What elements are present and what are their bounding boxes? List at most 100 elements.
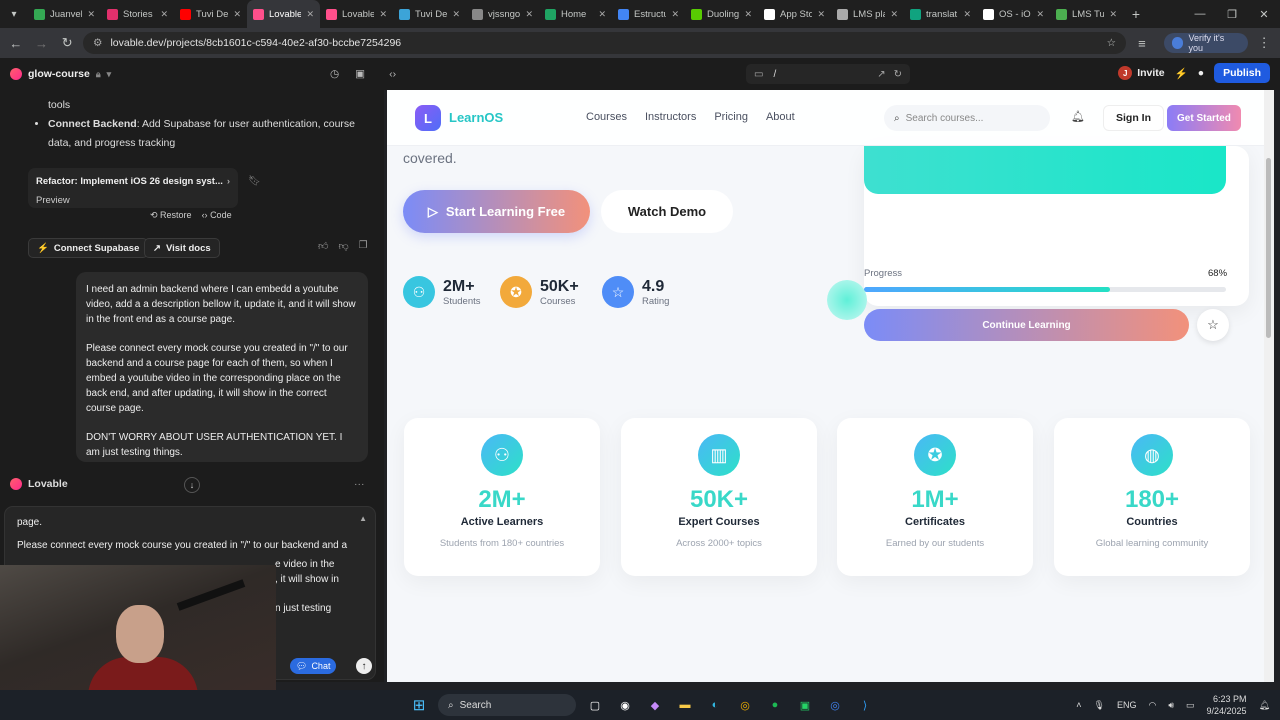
watch-demo-button[interactable]: Watch Demo — [601, 190, 733, 233]
tab-search-button[interactable]: ▾ — [0, 0, 28, 28]
connect-supabase-button[interactable]: ⚡ Connect Supabase — [28, 238, 149, 258]
thumbs-down-icon[interactable]: 👎︎ — [338, 240, 348, 252]
tab-close-icon[interactable]: ✕ — [306, 9, 314, 20]
project-switcher[interactable]: glow-course 🔒︎ ▾ — [0, 68, 330, 80]
browser-tab[interactable]: LMS pla ✕ — [831, 0, 904, 28]
github-icon[interactable]: ● — [1198, 67, 1204, 79]
nav-link-instructors[interactable]: Instructors — [645, 111, 696, 123]
site-info-icon[interactable]: ⚙ — [93, 37, 102, 49]
microphone-icon[interactable]: 🎙︎ — [1094, 700, 1105, 711]
clock[interactable]: 6:23 PM 9/24/2025 — [1207, 693, 1247, 717]
tab-close-icon[interactable]: ✕ — [452, 9, 460, 20]
restore-button[interactable]: ⟲ Restore — [150, 210, 192, 221]
publish-button[interactable]: Publish — [1214, 63, 1270, 83]
close-window-button[interactable]: ✕ — [1248, 8, 1280, 21]
more-options-icon[interactable]: ··· — [354, 478, 365, 490]
browser-tab[interactable]: Lovable ✕ — [247, 0, 320, 28]
spotify-icon[interactable]: ● — [764, 694, 786, 716]
supabase-icon[interactable]: ⚡ — [1175, 67, 1188, 80]
maximize-button[interactable]: ❐ — [1216, 8, 1248, 21]
browser-tab[interactable]: Home ✕ — [539, 0, 612, 28]
new-tab-button[interactable]: + — [1123, 6, 1149, 22]
browser-tab[interactable]: LMS Tu ✕ — [1050, 0, 1123, 28]
taskbar-search[interactable]: ⌕ Search — [438, 694, 576, 716]
nav-link-about[interactable]: About — [766, 111, 795, 123]
tab-close-icon[interactable]: ✕ — [87, 9, 95, 20]
start-learning-button[interactable]: ▷ Start Learning Free — [403, 190, 590, 233]
back-button[interactable]: ← — [6, 36, 26, 51]
tray-overflow-icon[interactable]: ˄ — [1076, 700, 1081, 710]
invite-button[interactable]: J Invite — [1118, 66, 1165, 80]
tab-close-icon[interactable]: ✕ — [160, 9, 168, 20]
open-external-icon[interactable]: ↗ — [877, 69, 885, 80]
browser-tab[interactable]: App Sto ✕ — [758, 0, 831, 28]
browser-tab[interactable]: Estructu ✕ — [612, 0, 685, 28]
bookmark-icon[interactable]: 🔖︎ — [248, 176, 261, 187]
battery-icon[interactable]: ▭ — [1186, 700, 1195, 711]
edge-icon[interactable]: ◐ — [704, 694, 726, 716]
version-card[interactable]: Refactor: Implement iOS 26 design syst..… — [28, 168, 238, 208]
history-icon[interactable]: ◷ — [330, 68, 339, 80]
code-button[interactable]: ‹› Code — [202, 210, 232, 221]
tab-close-icon[interactable]: ✕ — [1036, 9, 1044, 20]
scroll-down-button[interactable]: ↓ — [184, 477, 200, 493]
notification-icon[interactable]: 🔔︎ — [1259, 700, 1270, 711]
nav-link-pricing[interactable]: Pricing — [714, 111, 748, 123]
preview-url-bar[interactable]: ▭ / ↗ ↻ — [746, 64, 910, 84]
browser-tab[interactable]: Juanvel ✕ — [28, 0, 101, 28]
composer-collapse-icon[interactable]: ▲ — [359, 511, 367, 526]
browser-menu-icon[interactable]: ⋮ — [1254, 35, 1274, 51]
browser-tab[interactable]: Duolingo ✕ — [685, 0, 758, 28]
code-view-icon[interactable]: ‹› — [389, 68, 396, 80]
tab-close-icon[interactable]: ✕ — [1109, 9, 1117, 20]
tab-close-icon[interactable]: ✕ — [890, 9, 898, 20]
tab-close-icon[interactable]: ✕ — [744, 9, 752, 20]
alien-app-icon[interactable]: ◉ — [614, 694, 636, 716]
vscode-icon[interactable]: ⟩ — [854, 694, 876, 716]
chat-mode-button[interactable]: 💬︎ Chat — [290, 658, 337, 674]
media-icon[interactable]: ≡ — [1132, 36, 1152, 51]
device-icon[interactable]: ▭ — [754, 69, 763, 80]
sign-in-button[interactable]: Sign In — [1103, 105, 1164, 131]
tab-close-icon[interactable]: ✕ — [379, 9, 387, 20]
site-logo[interactable]: L — [415, 105, 441, 131]
tab-close-icon[interactable]: ✕ — [963, 9, 971, 20]
favorite-star-button[interactable]: ☆ — [1197, 309, 1229, 341]
scrollbar-thumb[interactable] — [1266, 158, 1271, 338]
browser-tab[interactable]: Tuvi Dev ✕ — [393, 0, 466, 28]
verify-profile-button[interactable]: Verify it's you — [1163, 33, 1249, 53]
site-brand[interactable]: LearnOS — [449, 110, 503, 125]
tab-close-icon[interactable]: ✕ — [598, 9, 606, 20]
wifi-icon[interactable]: ◠ — [1148, 700, 1156, 711]
refresh-preview-icon[interactable]: ↻ — [894, 69, 902, 80]
copy-icon[interactable]: ❐ — [359, 240, 368, 252]
send-button[interactable]: ↑ — [356, 658, 372, 674]
thumbs-up-icon[interactable]: 👍︎ — [318, 240, 328, 252]
language-indicator[interactable]: ENG — [1117, 700, 1137, 710]
whatsapp-icon[interactable]: ▣ — [794, 694, 816, 716]
preview-scrollbar[interactable] — [1264, 90, 1274, 682]
course-search-input[interactable]: ⌕ Search courses... — [884, 105, 1050, 131]
browser-tab[interactable]: OS - iO ✕ — [977, 0, 1050, 28]
task-view-icon[interactable]: ▢ — [584, 694, 606, 716]
bell-icon[interactable]: 🔔︎ — [1071, 110, 1085, 123]
windows-start-icon[interactable]: ⊞ — [408, 694, 430, 716]
file-explorer-icon[interactable]: ▬ — [674, 694, 696, 716]
sidebar-toggle-icon[interactable]: ▣ — [355, 68, 365, 80]
browser-tab[interactable]: translat ✕ — [904, 0, 977, 28]
visit-docs-button[interactable]: ↗ Visit docs — [144, 238, 220, 258]
forward-button[interactable]: → — [32, 36, 52, 51]
chrome-icon[interactable]: ◎ — [734, 694, 756, 716]
tab-close-icon[interactable]: ✕ — [817, 9, 825, 20]
nav-link-courses[interactable]: Courses — [586, 111, 627, 123]
copilot-icon[interactable]: ◆ — [644, 694, 666, 716]
volume-icon[interactable]: 🔊︎ — [1168, 700, 1174, 711]
address-bar[interactable]: ⚙ lovable.dev/projects/8cb1601c-c594-40e… — [83, 32, 1127, 54]
continue-learning-button[interactable]: Continue Learning — [864, 309, 1189, 341]
bookmark-star-icon[interactable]: ☆ — [1107, 37, 1116, 49]
browser-tab[interactable]: vjssngo ✕ — [466, 0, 539, 28]
browser-tab[interactable]: Lovable ✕ — [320, 0, 393, 28]
chrome-active-icon[interactable]: ◎ — [824, 694, 846, 716]
tab-close-icon[interactable]: ✕ — [671, 9, 679, 20]
get-started-button[interactable]: Get Started — [1167, 105, 1241, 131]
